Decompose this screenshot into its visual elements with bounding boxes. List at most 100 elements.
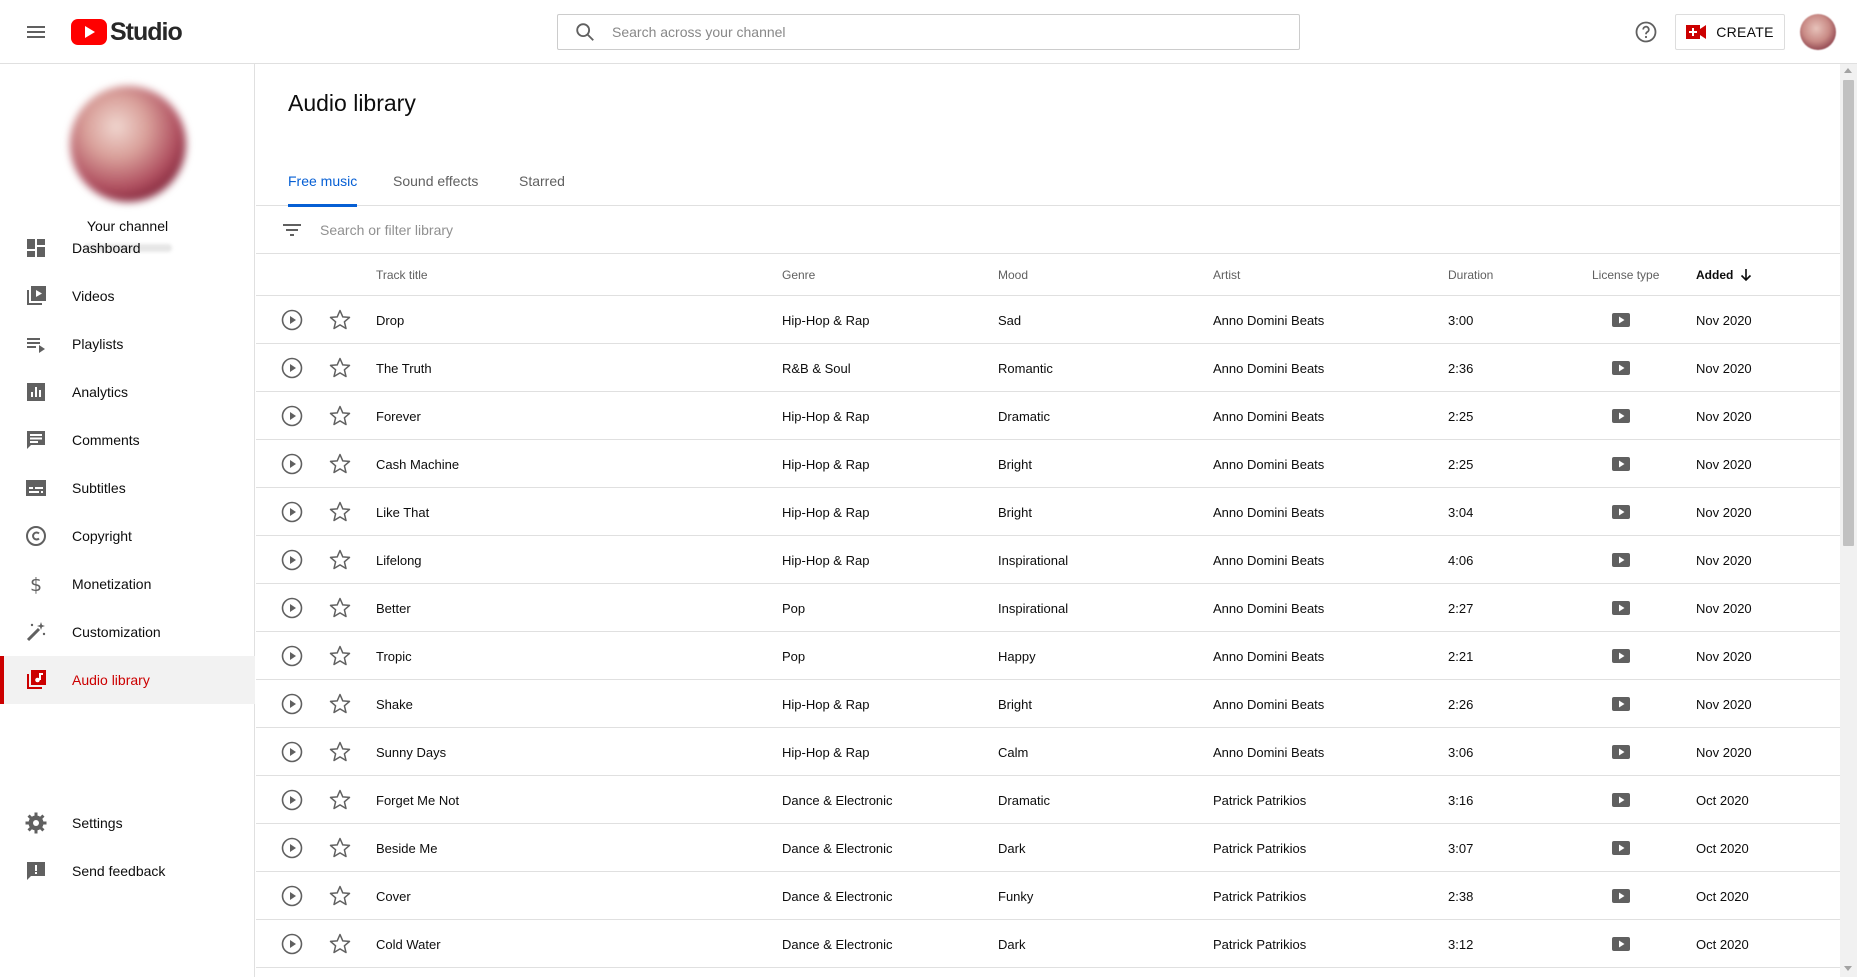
help-icon[interactable]	[1634, 20, 1658, 44]
track-genre: Dance & Electronic	[782, 936, 893, 952]
play-icon[interactable]	[280, 788, 304, 812]
sidebar-item-customization[interactable]: Customization	[0, 608, 255, 656]
star-icon[interactable]	[328, 644, 352, 668]
play-icon[interactable]	[280, 548, 304, 572]
sidebar-item-monetization[interactable]: $ Monetization	[0, 560, 255, 608]
play-icon[interactable]	[280, 356, 304, 380]
column-header-track-title[interactable]: Track title	[376, 254, 428, 296]
table-row[interactable]: Sunny Days Hip-Hop & Rap Calm Anno Domini B…	[256, 728, 1840, 776]
star-icon[interactable]	[328, 932, 352, 956]
star-icon[interactable]	[328, 500, 352, 524]
tab-sound-effects[interactable]: Sound effects	[393, 156, 478, 206]
table-row[interactable]: The Truth R&B & Soul Romantic Anno Domini B…	[256, 344, 1840, 392]
page-title: Audio library	[288, 90, 416, 116]
track-genre: Hip-Hop & Rap	[782, 696, 870, 712]
column-header-duration[interactable]: Duration	[1448, 254, 1493, 296]
hamburger-menu-icon[interactable]	[24, 20, 48, 44]
play-icon[interactable]	[280, 644, 304, 668]
star-icon[interactable]	[328, 740, 352, 764]
table-row[interactable]: Drop Hip-Hop & Rap Sad Anno Domini Beats 3:0…	[256, 296, 1840, 344]
star-icon[interactable]	[328, 596, 352, 620]
play-icon[interactable]	[280, 404, 304, 428]
play-icon[interactable]	[280, 452, 304, 476]
star-icon[interactable]	[328, 836, 352, 860]
track-duration: 3:00	[1448, 312, 1474, 328]
track-title: Cash Machine	[376, 456, 460, 472]
play-icon[interactable]	[280, 740, 304, 764]
library-filter-input[interactable]	[320, 221, 1120, 238]
channel-search-box[interactable]	[557, 14, 1300, 50]
sidebar-item-settings[interactable]: Settings	[0, 799, 255, 847]
play-icon[interactable]	[280, 308, 304, 332]
track-artist: Anno Domini Beats	[1213, 600, 1325, 616]
tab-free-music[interactable]: Free music	[288, 156, 358, 207]
star-icon[interactable]	[328, 548, 352, 572]
column-header-mood[interactable]: Mood	[998, 254, 1028, 296]
track-artist: Anno Domini Beats	[1213, 312, 1325, 328]
create-button[interactable]: CREATE	[1675, 14, 1785, 50]
sidebar-item-copyright[interactable]: Copyright	[0, 512, 255, 560]
youtube-logo-icon	[71, 19, 107, 45]
sidebar-item-subtitles[interactable]: Subtitles	[0, 464, 255, 512]
sidebar-item-dashboard[interactable]: Dashboard	[0, 224, 255, 272]
studio-logo[interactable]: Studio	[71, 17, 183, 46]
column-header-added[interactable]: Added	[1696, 254, 1753, 296]
play-icon[interactable]	[280, 836, 304, 860]
play-icon[interactable]	[280, 596, 304, 620]
play-icon[interactable]	[280, 884, 304, 908]
track-genre: R&B & Soul	[782, 360, 851, 376]
table-row[interactable]: Like That Hip-Hop & Rap Bright Anno Domini …	[256, 488, 1840, 536]
youtube-license-icon	[1612, 841, 1630, 855]
track-genre: Hip-Hop & Rap	[782, 504, 870, 520]
table-row[interactable]: Forget Me Not Dance & Electronic Dramatic P…	[256, 776, 1840, 824]
sidebar-item-audio-library[interactable]: Audio library	[0, 656, 255, 704]
star-icon[interactable]	[328, 404, 352, 428]
column-header-artist[interactable]: Artist	[1213, 254, 1240, 296]
scroll-down-arrow-icon[interactable]	[1844, 966, 1852, 971]
star-icon[interactable]	[328, 308, 352, 332]
table-row[interactable]: Cash Machine Hip-Hop & Rap Bright Anno Domi…	[256, 440, 1840, 488]
track-duration: 2:36	[1448, 360, 1474, 376]
star-icon[interactable]	[328, 788, 352, 812]
youtube-license-icon	[1612, 793, 1630, 807]
star-icon[interactable]	[328, 692, 352, 716]
star-icon[interactable]	[328, 452, 352, 476]
scroll-up-arrow-icon[interactable]	[1844, 68, 1852, 73]
track-genre: Pop	[782, 600, 806, 616]
track-duration: 2:27	[1448, 600, 1474, 616]
youtube-license-icon	[1612, 457, 1630, 471]
scrollbar-thumb[interactable]	[1843, 80, 1854, 546]
search-icon	[576, 23, 594, 41]
sidebar-item-playlists[interactable]: Playlists	[0, 320, 255, 368]
play-icon[interactable]	[280, 932, 304, 956]
sidebar-item-videos[interactable]: Videos	[0, 272, 255, 320]
star-icon[interactable]	[328, 884, 352, 908]
account-avatar[interactable]	[1800, 14, 1836, 50]
tab-starred[interactable]: Starred	[519, 156, 565, 206]
table-row[interactable]: Cold Water Dance & Electronic Dark Patrick …	[256, 920, 1840, 968]
filter-icon[interactable]	[280, 218, 304, 242]
studio-logo-text: Studio	[110, 17, 183, 46]
table-row[interactable]: Cover Dance & Electronic Funky Patrick Patr…	[256, 872, 1840, 920]
track-duration: 4:06	[1448, 552, 1474, 568]
channel-search-input[interactable]	[612, 24, 1212, 40]
table-row[interactable]: Beside Me Dance & Electronic Dark Patrick P…	[256, 824, 1840, 872]
column-header-license-type[interactable]: License type	[1592, 254, 1659, 296]
track-added: Oct 2020	[1696, 888, 1749, 904]
table-row[interactable]: Lifelong Hip-Hop & Rap Inspirational Anno D…	[256, 536, 1840, 584]
table-row[interactable]: Tropic Pop Happy Anno Domini Beats 2:21 Nov 2…	[256, 632, 1840, 680]
table-row[interactable]: Forever Hip-Hop & Rap Dramatic Anno Domini …	[256, 392, 1840, 440]
youtube-license-icon	[1612, 361, 1630, 375]
track-genre: Dance & Electronic	[782, 888, 893, 904]
column-header-genre[interactable]: Genre	[782, 254, 815, 296]
sidebar-item-analytics[interactable]: Analytics	[0, 368, 255, 416]
play-icon[interactable]	[280, 692, 304, 716]
table-row[interactable]: Shake Hip-Hop & Rap Bright Anno Domini Beat…	[256, 680, 1840, 728]
track-mood: Funky	[998, 888, 1034, 904]
sidebar-item-send-feedback[interactable]: Send feedback	[0, 847, 255, 895]
sidebar-item-comments[interactable]: Comments	[0, 416, 255, 464]
star-icon[interactable]	[328, 356, 352, 380]
channel-avatar[interactable]	[70, 86, 186, 202]
table-row[interactable]: Better Pop Inspirational Anno Domini Beats 2…	[256, 584, 1840, 632]
play-icon[interactable]	[280, 500, 304, 524]
